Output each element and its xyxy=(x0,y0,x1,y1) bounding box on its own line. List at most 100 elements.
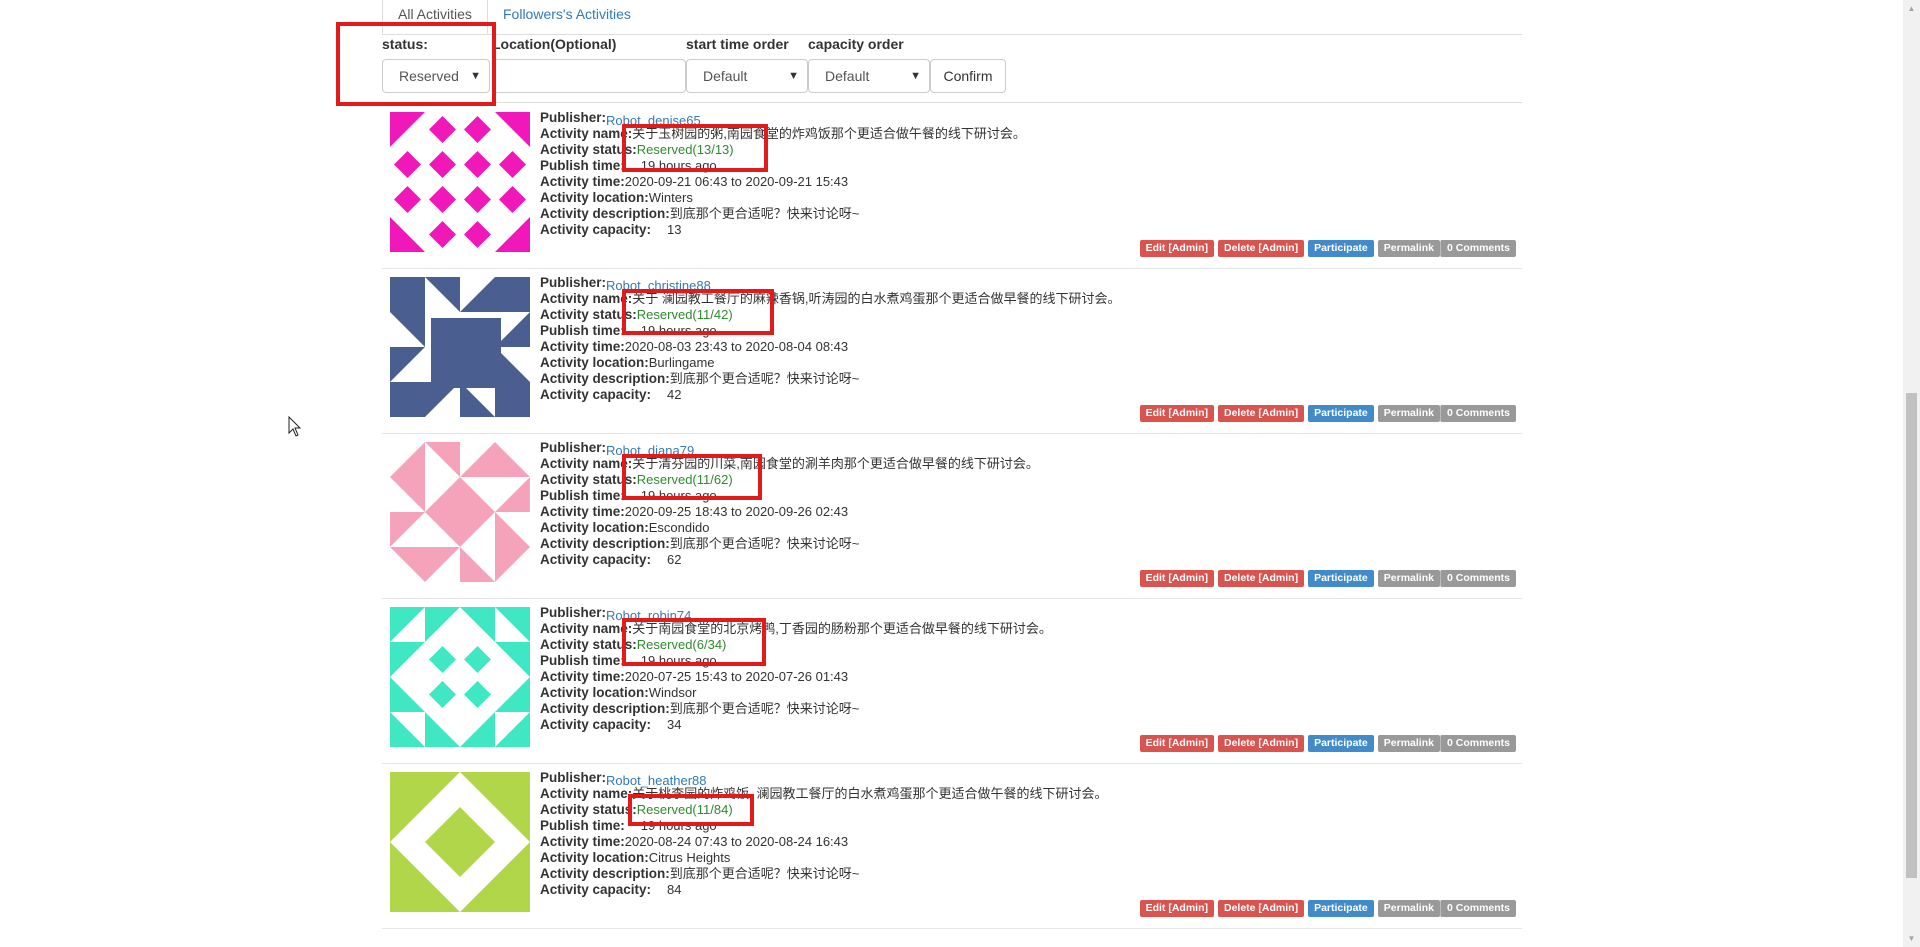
scroll-up-icon[interactable]: ▲ xyxy=(1903,0,1920,17)
scroll-down-icon[interactable]: ▼ xyxy=(1903,930,1920,947)
start-time-order-select[interactable]: Default ▼ xyxy=(686,59,808,93)
activity-time: 2020-07-25 15:43 to 2020-07-26 01:43 xyxy=(624,669,849,684)
publisher-label: Publisher: xyxy=(540,440,607,455)
activity-capacity-label: Activity capacity: xyxy=(540,717,652,732)
activity-time-label: Activity time: xyxy=(540,339,625,354)
annotation-box xyxy=(336,22,496,106)
mouse-cursor-icon xyxy=(288,416,302,437)
delete-admin-button[interactable]: Delete [Admin] xyxy=(1217,240,1305,257)
publish-time-label: Publish time: xyxy=(540,158,625,173)
participate-button[interactable]: Participate xyxy=(1308,735,1374,752)
permalink-button[interactable]: Permalink xyxy=(1377,735,1440,752)
annotation-box xyxy=(628,794,754,826)
activity-actions: Edit [Admin] Delete [Admin] Participate … xyxy=(1139,570,1516,587)
activity-description-label: Activity description: xyxy=(540,701,670,716)
identicon-avatar xyxy=(390,772,530,912)
activity-capacity: 42 xyxy=(667,387,682,402)
annotation-box xyxy=(622,454,762,500)
activity-card: Publisher:Robot_robin74 Activity name:关于… xyxy=(382,599,1522,764)
activity-name-label: Activity name: xyxy=(540,291,633,306)
activity-card: Publisher:Robot_diana79 Activity name:关于… xyxy=(382,434,1522,599)
activity-capacity-label: Activity capacity: xyxy=(540,882,652,897)
activity-card: Publisher:Robot_denise65 Activity name:关… xyxy=(382,104,1522,269)
activity-capacity: 13 xyxy=(667,222,682,237)
location-input[interactable] xyxy=(492,59,686,93)
participate-button[interactable]: Participate xyxy=(1308,570,1374,587)
tab-followers-activities[interactable]: Followers's Activities xyxy=(488,0,646,33)
activity-description: 到底那个更合适呢？快来讨论呀~ xyxy=(669,701,860,716)
activity-location: Citrus Heights xyxy=(648,850,731,865)
publisher-label: Publisher: xyxy=(540,275,607,290)
activity-location: Escondido xyxy=(648,520,710,535)
annotation-box xyxy=(622,124,768,172)
location-filter-label: Location(Optional) xyxy=(492,36,617,52)
publish-time-label: Publish time: xyxy=(540,653,625,668)
page-scrollbar[interactable]: ▲ ▼ xyxy=(1903,0,1920,947)
activity-time: 2020-08-03 23:43 to 2020-08-04 08:43 xyxy=(624,339,849,354)
activity-time-label: Activity time: xyxy=(540,834,625,849)
delete-admin-button[interactable]: Delete [Admin] xyxy=(1217,900,1305,917)
annotation-box xyxy=(622,289,774,335)
comments-button[interactable]: 0 Comments xyxy=(1439,570,1516,587)
confirm-button[interactable]: Confirm xyxy=(930,59,1006,93)
edit-admin-button[interactable]: Edit [Admin] xyxy=(1139,900,1214,917)
comments-button[interactable]: 0 Comments xyxy=(1439,240,1516,257)
comments-button[interactable]: 0 Comments xyxy=(1439,405,1516,422)
participate-button[interactable]: Participate xyxy=(1308,405,1374,422)
activity-status-label: Activity status: xyxy=(540,802,637,817)
activity-capacity: 62 xyxy=(667,552,682,567)
permalink-button[interactable]: Permalink xyxy=(1377,570,1440,587)
activity-location: Burlingame xyxy=(648,355,715,370)
edit-admin-button[interactable]: Edit [Admin] xyxy=(1139,240,1214,257)
comments-button[interactable]: 0 Comments xyxy=(1439,900,1516,917)
activity-card: Publisher:Robot_christine88 Activity nam… xyxy=(382,269,1522,434)
publisher-link[interactable]: Robot_heather88 xyxy=(606,773,706,788)
annotation-box xyxy=(622,618,766,666)
activity-tabs: All Activities Followers's Activities xyxy=(382,0,1522,35)
activity-location-label: Activity location: xyxy=(540,685,649,700)
permalink-button[interactable]: Permalink xyxy=(1377,240,1440,257)
activity-info: Publisher:Robot_robin74 Activity name:关于… xyxy=(540,605,1052,733)
identicon-avatar xyxy=(390,442,530,582)
identicon-avatar xyxy=(390,277,530,417)
permalink-button[interactable]: Permalink xyxy=(1377,900,1440,917)
activity-capacity-label: Activity capacity: xyxy=(540,387,652,402)
activity-description-label: Activity description: xyxy=(540,371,670,386)
publisher-label: Publisher: xyxy=(540,770,607,785)
activity-location-label: Activity location: xyxy=(540,520,649,535)
publish-time-label: Publish time: xyxy=(540,323,625,338)
activity-actions: Edit [Admin] Delete [Admin] Participate … xyxy=(1139,735,1516,752)
activity-description: 到底那个更合适呢？快来讨论呀~ xyxy=(669,536,860,551)
start-time-order-value: Default xyxy=(703,68,748,84)
activity-description-label: Activity description: xyxy=(540,536,670,551)
activity-location: Windsor xyxy=(648,685,697,700)
activity-time-label: Activity time: xyxy=(540,174,625,189)
permalink-button[interactable]: Permalink xyxy=(1377,405,1440,422)
activity-location-label: Activity location: xyxy=(540,355,649,370)
delete-admin-button[interactable]: Delete [Admin] xyxy=(1217,405,1305,422)
activity-actions: Edit [Admin] Delete [Admin] Participate … xyxy=(1139,240,1516,257)
start-time-order-label: start time order xyxy=(686,36,789,52)
activity-description-label: Activity description: xyxy=(540,866,670,881)
delete-admin-button[interactable]: Delete [Admin] xyxy=(1217,570,1305,587)
edit-admin-button[interactable]: Edit [Admin] xyxy=(1139,735,1214,752)
participate-button[interactable]: Participate xyxy=(1308,240,1374,257)
activity-description: 到底那个更合适呢？快来讨论呀~ xyxy=(669,866,860,881)
participate-button[interactable]: Participate xyxy=(1308,900,1374,917)
activity-time-label: Activity time: xyxy=(540,669,625,684)
edit-admin-button[interactable]: Edit [Admin] xyxy=(1139,405,1214,422)
chevron-down-icon: ▼ xyxy=(788,70,799,82)
scrollbar-thumb[interactable] xyxy=(1906,393,1917,878)
activity-time: 2020-09-25 18:43 to 2020-09-26 02:43 xyxy=(624,504,849,519)
activity-name-label: Activity name: xyxy=(540,126,633,141)
edit-admin-button[interactable]: Edit [Admin] xyxy=(1139,570,1214,587)
capacity-order-select[interactable]: Default ▼ xyxy=(808,59,930,93)
activity-actions: Edit [Admin] Delete [Admin] Participate … xyxy=(1139,900,1516,917)
activity-capacity: 34 xyxy=(667,717,682,732)
activity-description: 到底那个更合适呢？快来讨论呀~ xyxy=(669,371,860,386)
delete-admin-button[interactable]: Delete [Admin] xyxy=(1217,735,1305,752)
activity-actions: Edit [Admin] Delete [Admin] Participate … xyxy=(1139,405,1516,422)
identicon-avatar xyxy=(390,112,530,252)
activity-time: 2020-09-21 06:43 to 2020-09-21 15:43 xyxy=(624,174,849,189)
comments-button[interactable]: 0 Comments xyxy=(1439,735,1516,752)
